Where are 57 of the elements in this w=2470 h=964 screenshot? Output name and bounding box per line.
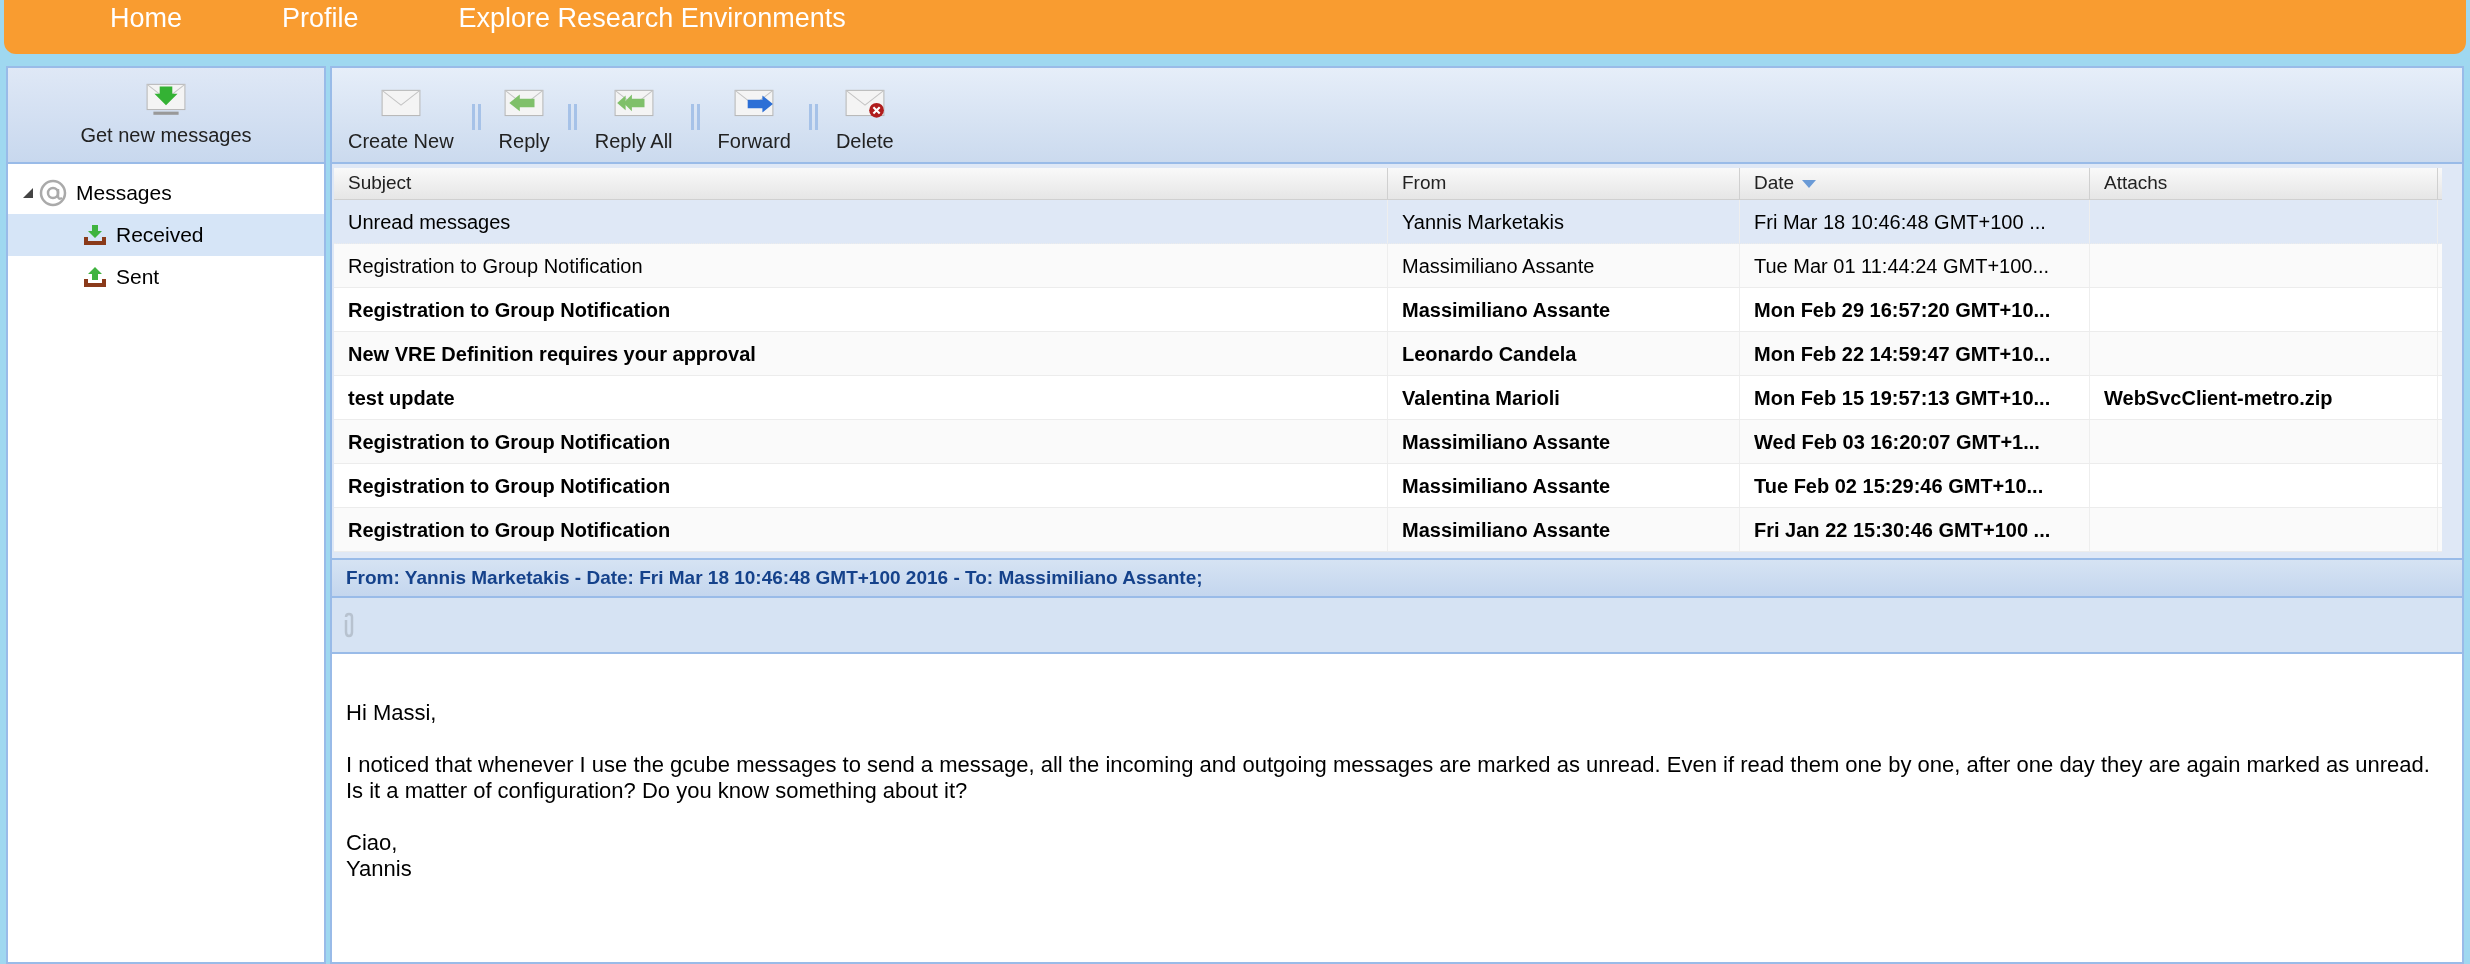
table-cell-text: test update: [348, 385, 455, 411]
table-cell-text: Valentina Marioli: [1402, 385, 1560, 411]
table-cell-text: Massimiliano Assante: [1402, 297, 1611, 323]
message-row[interactable]: New VRE Definition requires your approval Leonardo Candela Mon Feb 22 14:59:47 GMT+10...: [334, 332, 2442, 376]
body-text: Hi Massi,: [346, 700, 438, 726]
message-row[interactable]: Registration to Group Notification Massimiliano Assante Fri Jan 22 15:30:46 GMT+100 ...: [334, 508, 2442, 552]
column-header[interactable]: From: [1388, 168, 1740, 199]
upload-tray-icon: [82, 265, 108, 289]
message-row[interactable]: Registration to Group Notification Massimiliano Assante Mon Feb 29 16:57:20 GMT+10...: [334, 288, 2442, 332]
table-cell-text: New VRE Definition requires your approval: [348, 341, 756, 367]
table-cell-text: Registration to Group Notification: [348, 297, 671, 323]
table-cell-text: Mon Feb 22 14:59:47 GMT+10...: [1754, 341, 2051, 367]
table-cell-text: Tue Feb 02 15:29:46 GMT+10...: [1754, 473, 2044, 499]
column-header[interactable]: Date: [1740, 168, 2090, 199]
body-text: I noticed that whenever I use the gcube messages to send a message, all the incoming and outgoing messages are marked as unread. Even if read them one by one, after one day they are again marked as unread.: [346, 752, 2431, 778]
toolbar-button[interactable]: Create New: [344, 86, 458, 156]
get-messages-button[interactable]: Get new messages: [8, 68, 324, 164]
toolbar-button[interactable]: Reply: [494, 86, 554, 156]
table-cell-text: Tue Mar 01 11:44:24 GMT+100...: [1754, 253, 2050, 279]
tree-item[interactable]: Sent: [8, 256, 324, 298]
table-cell-text: Massimiliano Assante: [1402, 429, 1611, 455]
table-cell-text: Fri Jan 22 15:30:46 GMT+100 ...: [1754, 517, 2051, 543]
table-cell-text: Wed Feb 03 16:20:07 GMT+1...: [1754, 429, 2040, 455]
table-cell-text: Massimiliano Assante: [1402, 473, 1611, 499]
at-sign-icon: [38, 178, 68, 208]
message-row[interactable]: Registration to Group Notification Massimiliano Assante Wed Feb 03 16:20:07 GMT+1...: [334, 420, 2442, 464]
message-row[interactable]: Unread messages Yannis Marketakis Fri Mar 18 10:46:48 GMT+100 ...: [334, 200, 2442, 244]
toolbar-button[interactable]: Forward: [713, 86, 795, 156]
toolbar-button[interactable]: Reply All: [590, 86, 677, 156]
table-cell-text: Yannis Marketakis: [1402, 209, 1564, 235]
table-cell-text: Mon Feb 29 16:57:20 GMT+10...: [1754, 297, 2051, 323]
body-text: Is it a matter of configuration? Do you know something about it?: [346, 778, 969, 804]
table-cell-text: Mon Feb 15 19:57:13 GMT+10...: [1754, 385, 2051, 411]
table-cell-text: Registration to Group Notification: [348, 429, 671, 455]
table-cell-text: Registration to Group Notification: [348, 253, 643, 279]
tree-item[interactable]: Received: [8, 214, 324, 256]
column-header[interactable]: Subject: [334, 168, 1388, 199]
table-cell-text: Leonardo Candela: [1402, 341, 1577, 367]
body-text: Ciao,: [346, 830, 399, 856]
table-cell-text: Registration to Group Notification: [348, 517, 671, 543]
table-cell-text: Massimiliano Assante: [1402, 253, 1595, 279]
table-cell-text: Fri Mar 18 10:46:48 GMT+100 ...: [1754, 209, 2046, 235]
message-header: From: Yannis Marketakis - Date: Fri Mar 18 10:46:48 GMT+100 2016 - To: Massimiliano Assante;: [332, 558, 2462, 598]
table-cell-text: WebSvcClient-metro.zip: [2104, 385, 2333, 411]
toolbar-button[interactable]: Delete: [831, 86, 898, 156]
message-row[interactable]: Registration to Group Notification Massimiliano Assante Tue Mar 01 11:44:24 GMT+100...: [334, 244, 2442, 288]
message-row[interactable]: Registration to Group Notification Massimiliano Assante Tue Feb 02 15:29:46 GMT+10...: [334, 464, 2442, 508]
expand-toggle-icon[interactable]: [22, 187, 34, 199]
tree-item[interactable]: Messages: [8, 172, 324, 214]
table-cell-text: Massimiliano Assante: [1402, 517, 1611, 543]
message-row[interactable]: test update Valentina Marioli Mon Feb 15 19:57:13 GMT+10... WebSvcClient-metro.zip: [334, 376, 2442, 420]
download-tray-icon: [82, 223, 108, 247]
body-text: Yannis: [346, 856, 413, 882]
table-cell-text: Registration to Group Notification: [348, 473, 671, 499]
table-cell-text: Unread messages: [348, 209, 511, 235]
column-header[interactable]: Attachs: [2090, 168, 2438, 199]
paperclip-icon: [342, 612, 356, 638]
